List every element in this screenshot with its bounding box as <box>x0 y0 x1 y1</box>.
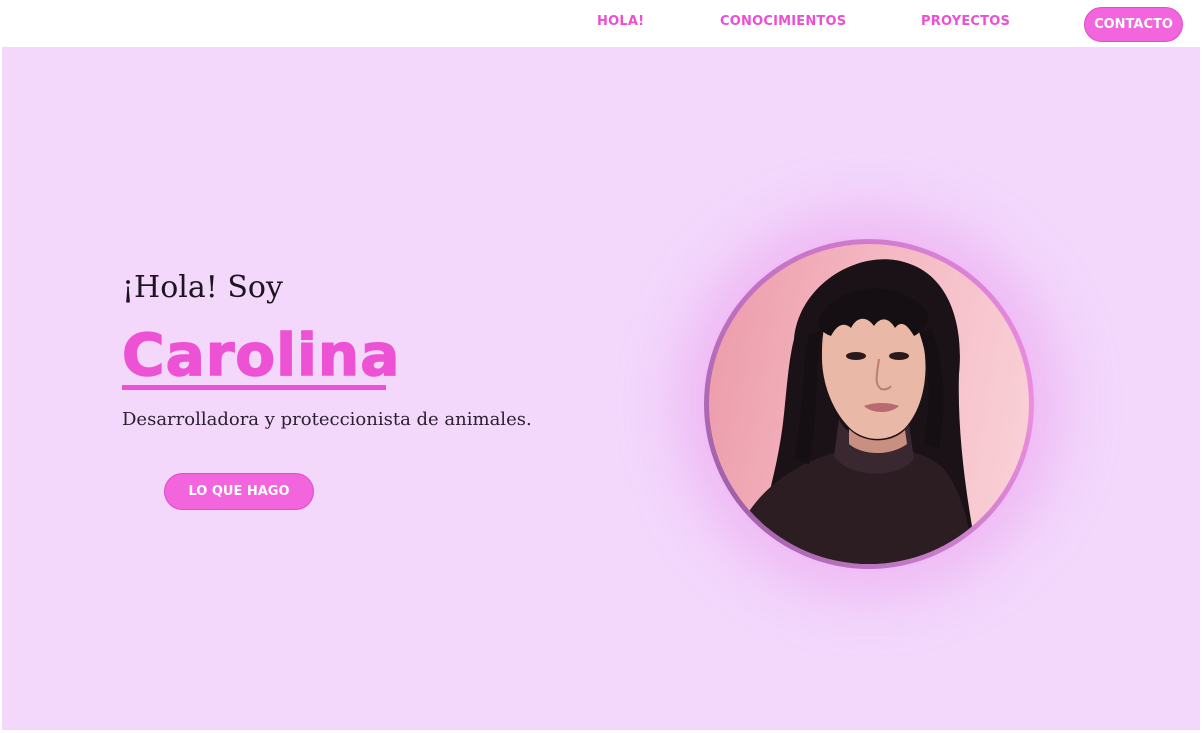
profile-photo-frame <box>704 239 1034 569</box>
hero-greeting: ¡Hola! Soy <box>122 270 283 305</box>
profile-photo <box>709 244 1029 564</box>
lo-que-hago-button[interactable]: LO QUE HAGO <box>164 473 314 510</box>
nav-link-proyectos[interactable]: PROYECTOS <box>921 14 1010 29</box>
hero-section: ¡Hola! Soy Carolina Desarrolladora y pro… <box>2 47 1200 730</box>
nav-contact-button[interactable]: CONTACTO <box>1084 7 1183 42</box>
nav-link-conocimientos[interactable]: CONOCIMIENTOS <box>720 14 846 29</box>
hero-name: Carolina <box>121 321 401 389</box>
hero-tagline: Desarrolladora y proteccionista de anima… <box>122 409 532 430</box>
portrait-image <box>729 259 979 564</box>
nav-link-hola[interactable]: HOLA! <box>597 14 644 29</box>
top-navbar: HOLA! CONOCIMIENTOS PROYECTOS CONTACTO <box>0 0 1202 47</box>
name-underline <box>122 385 386 390</box>
